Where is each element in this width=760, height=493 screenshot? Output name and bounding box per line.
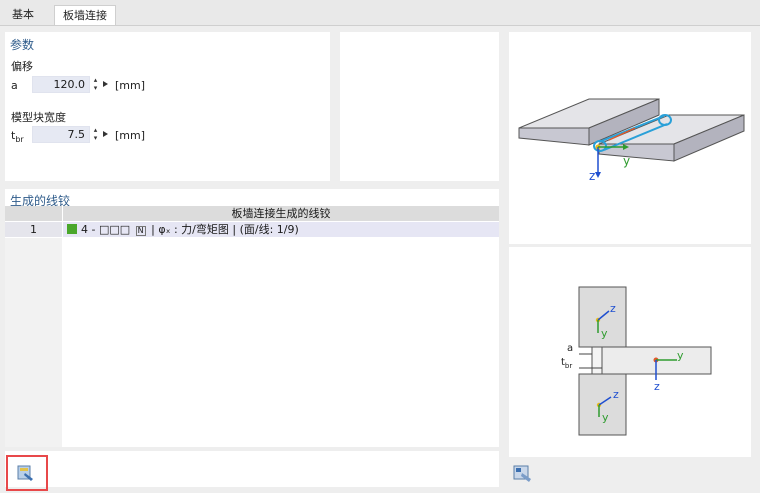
section-view-panel: z y y z z y a tbr (509, 247, 751, 457)
3d-view-panel: z y (509, 32, 751, 244)
offset-symbol: a (11, 79, 18, 92)
table-number-column (5, 238, 62, 447)
empty-panel (340, 32, 499, 181)
tab-slab-wall-connection[interactable]: 板墙连接 (54, 5, 116, 25)
3d-axis-y-label: y (623, 154, 631, 168)
block-width-input[interactable]: 7.5 (32, 126, 90, 143)
offset-unit: [mm] (115, 79, 146, 92)
table-header-number (5, 206, 62, 221)
section-upper-y-label: y (601, 327, 608, 340)
bottom-toolbar (5, 451, 499, 487)
offset-input[interactable]: 120.0 (32, 76, 90, 93)
hinge-prefix: 4 - □□□ (81, 223, 131, 236)
hinge-description: | φₓ : 力/弯矩图 | (面/线: 1/9) (147, 223, 299, 236)
offset-label: 偏移 (11, 60, 33, 73)
table-row-number[interactable]: 1 (5, 222, 62, 237)
block-width-spinner[interactable]: ▴ ▾ (91, 126, 100, 143)
block-width-symbol: tbr (11, 129, 24, 145)
section-slab-z-label: z (654, 380, 660, 393)
section-lower-z-label: z (613, 388, 619, 401)
hinge-type-badge-icon: N (135, 226, 146, 236)
3d-axis-z-label: z (589, 169, 596, 183)
tab-bar: 基本 板墙连接 (0, 0, 760, 25)
block-width-unit: [mm] (115, 129, 146, 142)
dim-t-label: tbr (561, 357, 573, 370)
settings-icon[interactable] (16, 463, 36, 483)
block-width-menu-arrow-icon[interactable] (103, 131, 108, 137)
section-upper-z-label: z (610, 302, 616, 315)
section-slab-y-label: y (677, 349, 684, 362)
tab-basic[interactable]: 基本 (4, 5, 42, 25)
hinge-color-swatch (67, 224, 77, 234)
section-lower-y-label: y (602, 411, 609, 424)
offset-menu-arrow-icon[interactable] (103, 81, 108, 87)
parameters-title: 参数 (10, 38, 35, 52)
block-width-label: 模型块宽度 (11, 111, 66, 124)
view-settings-icon[interactable] (513, 464, 533, 484)
dim-a-label: a (567, 343, 574, 354)
offset-spinner[interactable]: ▴ ▾ (91, 76, 100, 93)
table-row[interactable]: 4 - □□□ N | φₓ : 力/弯矩图 | (面/线: 1/9) (63, 222, 499, 237)
parameters-panel: 参数 偏移 a 120.0 ▴ ▾ [mm] 模型块宽度 tbr 7.5 ▴ ▾ [… (5, 32, 330, 181)
table-header-hinges: 板墙连接生成的线铰 (63, 206, 499, 221)
